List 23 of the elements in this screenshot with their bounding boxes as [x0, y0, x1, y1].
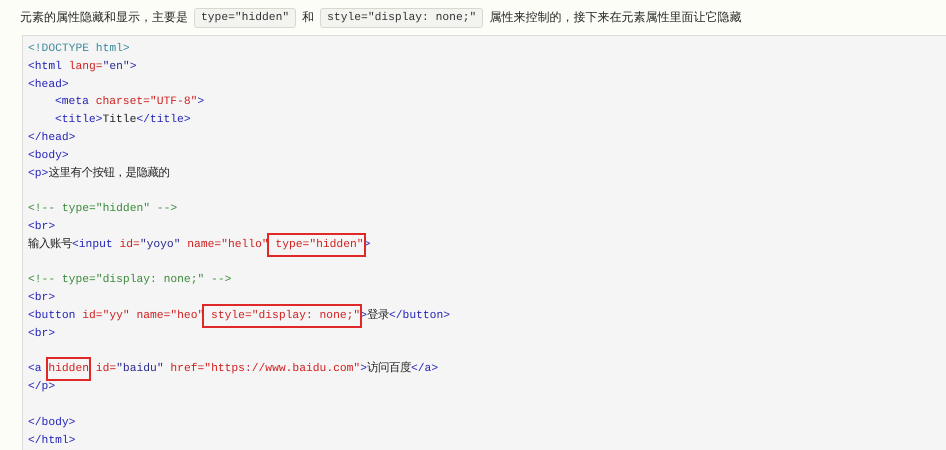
- code-line: <!DOCTYPE html>: [28, 42, 131, 57]
- code-line: <!-- type="hidden" -->: [28, 202, 178, 218]
- code-line: <title>Title</title>: [54, 112, 192, 128]
- code-line: </html>: [28, 434, 76, 449]
- code-line: <a hidden id="baidu" href="https://www.baidu.com">访问百度</a>: [28, 361, 941, 380]
- code-line: <head>: [28, 78, 70, 93]
- code-line: <br>: [28, 290, 56, 306]
- intro-text: 元素的属性隐藏和显示，主要是: [20, 9, 188, 26]
- intro-text: 属性来控制的，接下来在元素属性里面让它隐藏: [489, 9, 742, 26]
- code-line: <meta charset="UTF-8">: [54, 94, 206, 110]
- intro-text: 和: [302, 9, 314, 26]
- code-line: </body>: [28, 416, 76, 431]
- inline-code: type="hidden": [194, 8, 296, 28]
- inline-code: style="display: none;": [320, 8, 484, 28]
- code-line: <body>: [28, 148, 70, 164]
- code-line: </p>: [28, 380, 56, 396]
- code-line: </head>: [28, 130, 76, 146]
- code-line: <html lang="en">: [28, 60, 138, 75]
- code-line: <br>: [28, 326, 56, 342]
- code-line: <p>这里有个按钮，是隐藏的: [28, 166, 170, 182]
- highlight-frame: [46, 357, 92, 382]
- code-line: <!-- type="display: none;" -->: [28, 272, 232, 288]
- code-line: <br>: [28, 220, 56, 235]
